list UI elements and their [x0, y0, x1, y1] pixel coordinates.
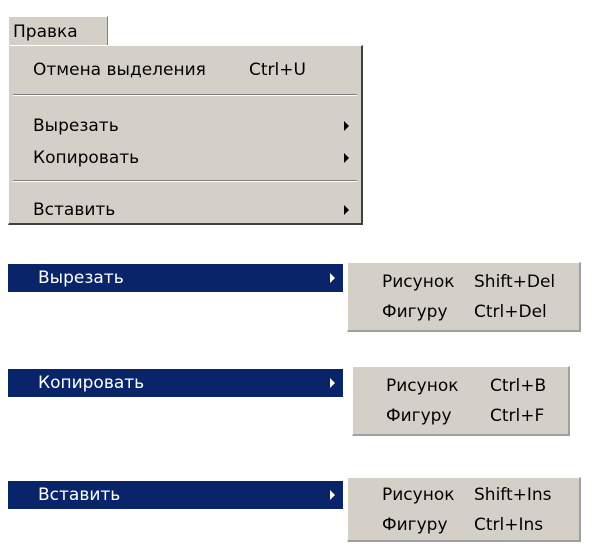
submenu-arrow-icon	[344, 153, 349, 163]
submenu-item-label: Фигуру	[382, 302, 448, 322]
submenu-item-label: Фигуру	[382, 515, 448, 535]
submenu-item-shortcut: Ctrl+Del	[474, 302, 547, 322]
submenu-arrow-icon	[330, 378, 335, 388]
submenu-item-label: Рисунок	[386, 376, 459, 396]
menu-item-deselect[interactable]: Отмена выделения Ctrl+U	[9, 56, 361, 84]
submenu-item-shape[interactable]: Фигуру Ctrl+Del	[348, 297, 579, 327]
submenu-cut: Рисунок Shift+Del Фигуру Ctrl+Del	[347, 262, 581, 332]
submenu-item-picture[interactable]: Рисунок Ctrl+B	[353, 371, 568, 401]
menu-separator	[13, 180, 357, 182]
menu-item-cut[interactable]: Вырезать	[9, 112, 361, 140]
menu-item-label: Копировать	[33, 148, 140, 168]
menu-item-label: Отмена выделения	[33, 60, 206, 80]
menu-title-pravka[interactable]: Правка	[8, 16, 108, 46]
menu-item-label: Вставить	[38, 485, 121, 505]
submenu-item-shortcut: Shift+Del	[474, 272, 556, 292]
highlighted-menu-item-paste[interactable]: Вставить	[8, 481, 343, 509]
submenu-item-label: Рисунок	[382, 272, 455, 292]
highlighted-menu-item-copy[interactable]: Копировать	[8, 369, 343, 397]
submenu-copy: Рисунок Ctrl+B Фигуру Ctrl+F	[352, 366, 570, 436]
submenu-paste: Рисунок Shift+Ins Фигуру Ctrl+Ins	[347, 477, 581, 542]
submenu-item-shortcut: Ctrl+F	[490, 406, 545, 426]
submenu-arrow-icon	[330, 273, 335, 283]
menu-item-label: Копировать	[38, 373, 145, 393]
submenu-item-picture[interactable]: Рисунок Shift+Ins	[348, 480, 579, 510]
submenu-item-label: Фигуру	[386, 406, 452, 426]
submenu-arrow-icon	[344, 205, 349, 215]
menu-item-copy[interactable]: Копировать	[9, 144, 361, 172]
edit-menu-dropdown: Отмена выделения Ctrl+U Вырезать Копиров…	[8, 45, 363, 225]
menu-item-label: Вырезать	[33, 116, 119, 136]
submenu-item-label: Рисунок	[382, 485, 455, 505]
submenu-item-shortcut: Ctrl+Ins	[474, 515, 544, 535]
submenu-item-shortcut: Ctrl+B	[490, 376, 547, 396]
menu-item-label: Вставить	[33, 200, 116, 220]
submenu-item-shape[interactable]: Фигуру Ctrl+Ins	[348, 510, 579, 540]
submenu-arrow-icon	[330, 490, 335, 500]
submenu-arrow-icon	[344, 121, 349, 131]
menu-item-label: Вырезать	[38, 268, 124, 288]
menu-item-paste[interactable]: Вставить	[9, 196, 361, 224]
submenu-item-shape[interactable]: Фигуру Ctrl+F	[353, 401, 568, 431]
menu-item-shortcut: Ctrl+U	[249, 60, 306, 80]
highlighted-menu-item-cut[interactable]: Вырезать	[8, 264, 343, 292]
submenu-item-picture[interactable]: Рисунок Shift+Del	[348, 267, 579, 297]
menu-separator	[13, 94, 357, 96]
submenu-item-shortcut: Shift+Ins	[474, 485, 552, 505]
